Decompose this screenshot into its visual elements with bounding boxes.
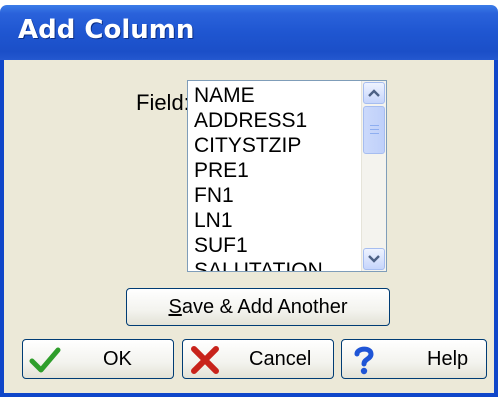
ok-label: OK (103, 348, 132, 370)
scroll-down-button[interactable] (363, 248, 385, 270)
field-label: Field: (136, 90, 190, 115)
add-column-dialog: Add Column Field: NAME ADDRESS1 CITYSTZI… (0, 5, 498, 397)
save-and-add-another-label: Save & Add Another (168, 296, 347, 319)
vertical-scrollbar[interactable] (361, 81, 386, 271)
mnemonic-s: S (168, 295, 182, 318)
list-item[interactable]: PRE1 (194, 158, 354, 183)
scroll-thumb[interactable] (363, 106, 385, 154)
save-and-add-another-button[interactable]: Save & Add Another (126, 288, 390, 326)
list-item[interactable]: NAME (194, 83, 354, 108)
thumb-grip (370, 133, 379, 134)
help-button[interactable]: Help (341, 339, 487, 379)
chevron-up-icon (368, 89, 380, 97)
list-item[interactable]: LN1 (194, 208, 354, 233)
field-list: NAME ADDRESS1 CITYSTZIP PRE1 FN1 LN1 SUF… (194, 83, 354, 271)
list-item[interactable]: SUF1 (194, 233, 354, 258)
field-listbox[interactable]: NAME ADDRESS1 CITYSTZIP PRE1 FN1 LN1 SUF… (187, 80, 387, 272)
thumb-grip (370, 129, 379, 130)
ok-button[interactable]: OK (22, 339, 174, 379)
list-item[interactable]: ADDRESS1 (194, 108, 354, 133)
window-title: Add Column (18, 15, 195, 45)
help-label: Help (427, 348, 469, 370)
question-mark-icon (354, 346, 374, 375)
cancel-button[interactable]: Cancel (182, 339, 334, 379)
x-icon (191, 346, 219, 374)
save-label-rest: ave & Add Another (181, 295, 348, 318)
list-item[interactable]: CITYSTZIP (194, 133, 354, 158)
list-item[interactable]: SALUTATION (194, 258, 354, 271)
dialog-body: Field: NAME ADDRESS1 CITYSTZIP PRE1 FN1 … (0, 60, 498, 397)
check-icon (29, 347, 61, 373)
cancel-label: Cancel (249, 348, 312, 370)
list-item[interactable]: FN1 (194, 183, 354, 208)
chevron-down-icon (368, 255, 380, 263)
title-bar[interactable]: Add Column (0, 5, 498, 60)
scroll-up-button[interactable] (363, 82, 385, 104)
thumb-grip (370, 125, 379, 126)
